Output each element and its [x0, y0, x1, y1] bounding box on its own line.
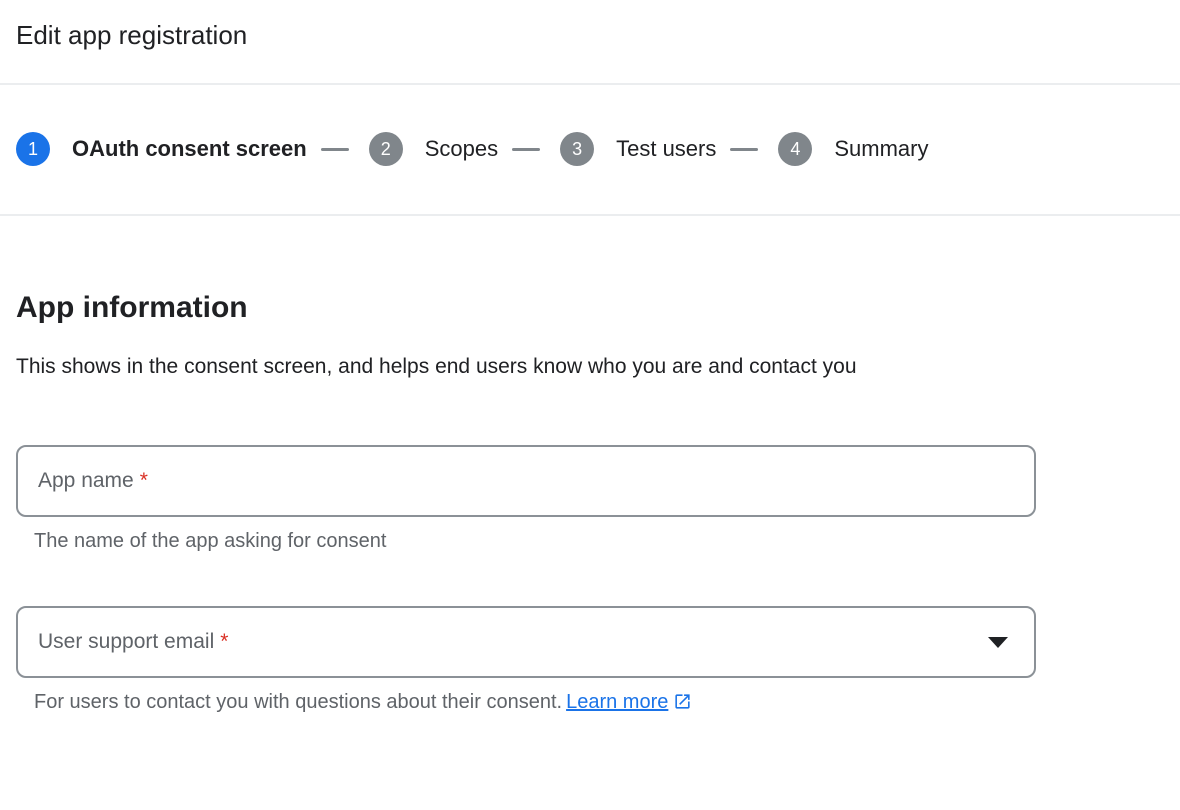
- app-name-required-asterisk: *: [140, 469, 148, 492]
- main-content: App information This shows in the consen…: [0, 288, 1180, 714]
- step-separator-dash: [321, 148, 349, 151]
- user-support-email-helper: For users to contact you with questions …: [34, 690, 1164, 714]
- app-name-label: App name *: [38, 469, 148, 493]
- step-1-number-badge: 1: [16, 132, 50, 166]
- user-support-email-helper-text: For users to contact you with questions …: [34, 691, 562, 713]
- learn-more-link[interactable]: Learn more: [566, 691, 668, 713]
- step-test-users[interactable]: 3 Test users: [560, 132, 716, 166]
- user-support-email-label-text: User support email: [38, 630, 214, 653]
- user-support-email-required-asterisk: *: [220, 630, 228, 653]
- user-support-email-select[interactable]: User support email *: [16, 606, 1036, 678]
- open-in-new-icon: [673, 692, 692, 711]
- step-3-label: Test users: [616, 136, 716, 162]
- app-name-label-text: App name: [38, 469, 134, 492]
- dropdown-caret-icon: [988, 637, 1008, 648]
- step-1-label: OAuth consent screen: [72, 136, 307, 162]
- step-separator-dash: [512, 148, 540, 151]
- step-separator-dash: [730, 148, 758, 151]
- wizard-stepper: 1 OAuth consent screen 2 Scopes 3 Test u…: [0, 85, 1180, 214]
- step-2-number-badge: 2: [369, 132, 403, 166]
- page-title: Edit app registration: [16, 20, 1164, 50]
- step-oauth-consent-screen[interactable]: 1 OAuth consent screen: [16, 132, 307, 166]
- step-summary[interactable]: 4 Summary: [778, 132, 928, 166]
- step-4-label: Summary: [834, 136, 928, 162]
- stepper-divider: [0, 214, 1180, 216]
- step-2-label: Scopes: [425, 136, 498, 162]
- app-name-helper-text: The name of the app asking for consent: [34, 529, 1164, 553]
- step-4-number-badge: 4: [778, 132, 812, 166]
- page-header: Edit app registration: [0, 0, 1180, 50]
- step-scopes[interactable]: 2 Scopes: [369, 132, 498, 166]
- section-description: This shows in the consent screen, and he…: [16, 348, 876, 385]
- user-support-email-label: User support email *: [38, 630, 228, 654]
- step-3-number-badge: 3: [560, 132, 594, 166]
- section-heading: App information: [16, 288, 1164, 328]
- app-name-input[interactable]: App name *: [16, 445, 1036, 517]
